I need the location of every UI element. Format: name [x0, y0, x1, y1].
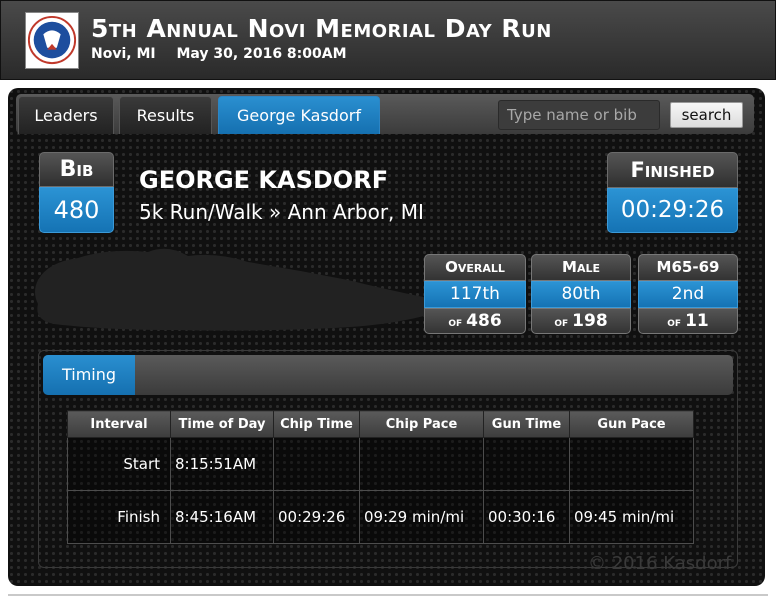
- copyright-watermark: © 2016 Kasdorf: [588, 553, 732, 574]
- rank-male-place: 80th: [531, 281, 631, 308]
- cell-gun-time: 00:30:16: [483, 490, 570, 544]
- runner-name: GEORGE KASDORF: [139, 166, 389, 194]
- col-time-of-day: Time of Day: [170, 410, 274, 438]
- race-logo-icon: [25, 12, 79, 69]
- tab-timing[interactable]: Timing: [43, 355, 135, 395]
- cell-time-of-day: 8:15:51AM: [170, 437, 274, 491]
- timing-header-row: Interval Time of Day Chip Time Chip Pace…: [67, 410, 694, 438]
- col-gun-pace: Gun Pace: [569, 410, 694, 438]
- table-row: Start 8:15:51AM: [67, 437, 694, 491]
- rank-overall-total: of 486: [424, 308, 526, 334]
- col-interval: Interval: [67, 410, 171, 438]
- cell-chip-pace: 09:29 min/mi: [359, 490, 484, 544]
- cell-chip-time: [273, 437, 360, 491]
- tab-results[interactable]: Results: [119, 96, 212, 134]
- cell-gun-pace: [569, 437, 694, 491]
- table-row: Finish 8:45:16AM 00:29:26 09:29 min/mi 0…: [67, 490, 694, 544]
- cell-chip-time: 00:29:26: [273, 490, 360, 544]
- rank-agegroup-total: of 11: [638, 308, 738, 334]
- bib-label: Bib: [39, 152, 114, 187]
- col-chip-pace: Chip Pace: [359, 410, 484, 438]
- col-gun-time: Gun Time: [483, 410, 570, 438]
- redacted-photo: [35, 248, 431, 331]
- cell-interval: Finish: [67, 490, 171, 544]
- event-datetime: May 30, 2016 8:00AM: [176, 46, 347, 62]
- main-tabbar: Leaders Results George Kasdorf search: [16, 94, 754, 134]
- search-button[interactable]: search: [670, 102, 743, 128]
- cell-gun-pace: 09:45 min/mi: [569, 490, 694, 544]
- finish-time: 00:29:26: [607, 188, 738, 233]
- event-location: Novi, MI: [91, 46, 156, 62]
- search-input[interactable]: [498, 100, 660, 130]
- results-panel: Leaders Results George Kasdorf search Bi…: [8, 88, 765, 586]
- rank-agegroup-label: M65-69: [638, 254, 738, 281]
- tab-runner[interactable]: George Kasdorf: [218, 96, 380, 134]
- timing-table: Interval Time of Day Chip Time Chip Pace…: [67, 410, 694, 544]
- cell-interval: Start: [67, 437, 171, 491]
- col-chip-time: Chip Time: [273, 410, 360, 438]
- cell-gun-time: [483, 437, 570, 491]
- cell-chip-pace: [359, 437, 484, 491]
- event-subtitle: Novi, MI May 30, 2016 8:00AM: [91, 46, 347, 62]
- rank-male-total: of 198: [531, 308, 631, 334]
- page-divider: [8, 594, 768, 596]
- tab-leaders[interactable]: Leaders: [18, 96, 114, 134]
- rank-overall-place: 117th: [424, 281, 526, 308]
- event-header: 5th Annual Novi Memorial Day Run Novi, M…: [0, 0, 776, 80]
- rank-agegroup-place: 2nd: [638, 281, 738, 308]
- bib-number: 480: [39, 187, 114, 233]
- finished-label: Finished: [607, 152, 738, 188]
- timing-tabbar: Timing: [43, 355, 733, 395]
- timing-panel: Timing Interval Time of Day Chip Time Ch…: [38, 350, 738, 568]
- rank-male-label: Male: [531, 254, 631, 281]
- event-title: 5th Annual Novi Memorial Day Run: [91, 14, 552, 43]
- cell-time-of-day: 8:45:16AM: [170, 490, 274, 544]
- runner-event-line: 5k Run/Walk » Ann Arbor, MI: [139, 200, 424, 224]
- rank-overall-label: Overall: [424, 254, 526, 281]
